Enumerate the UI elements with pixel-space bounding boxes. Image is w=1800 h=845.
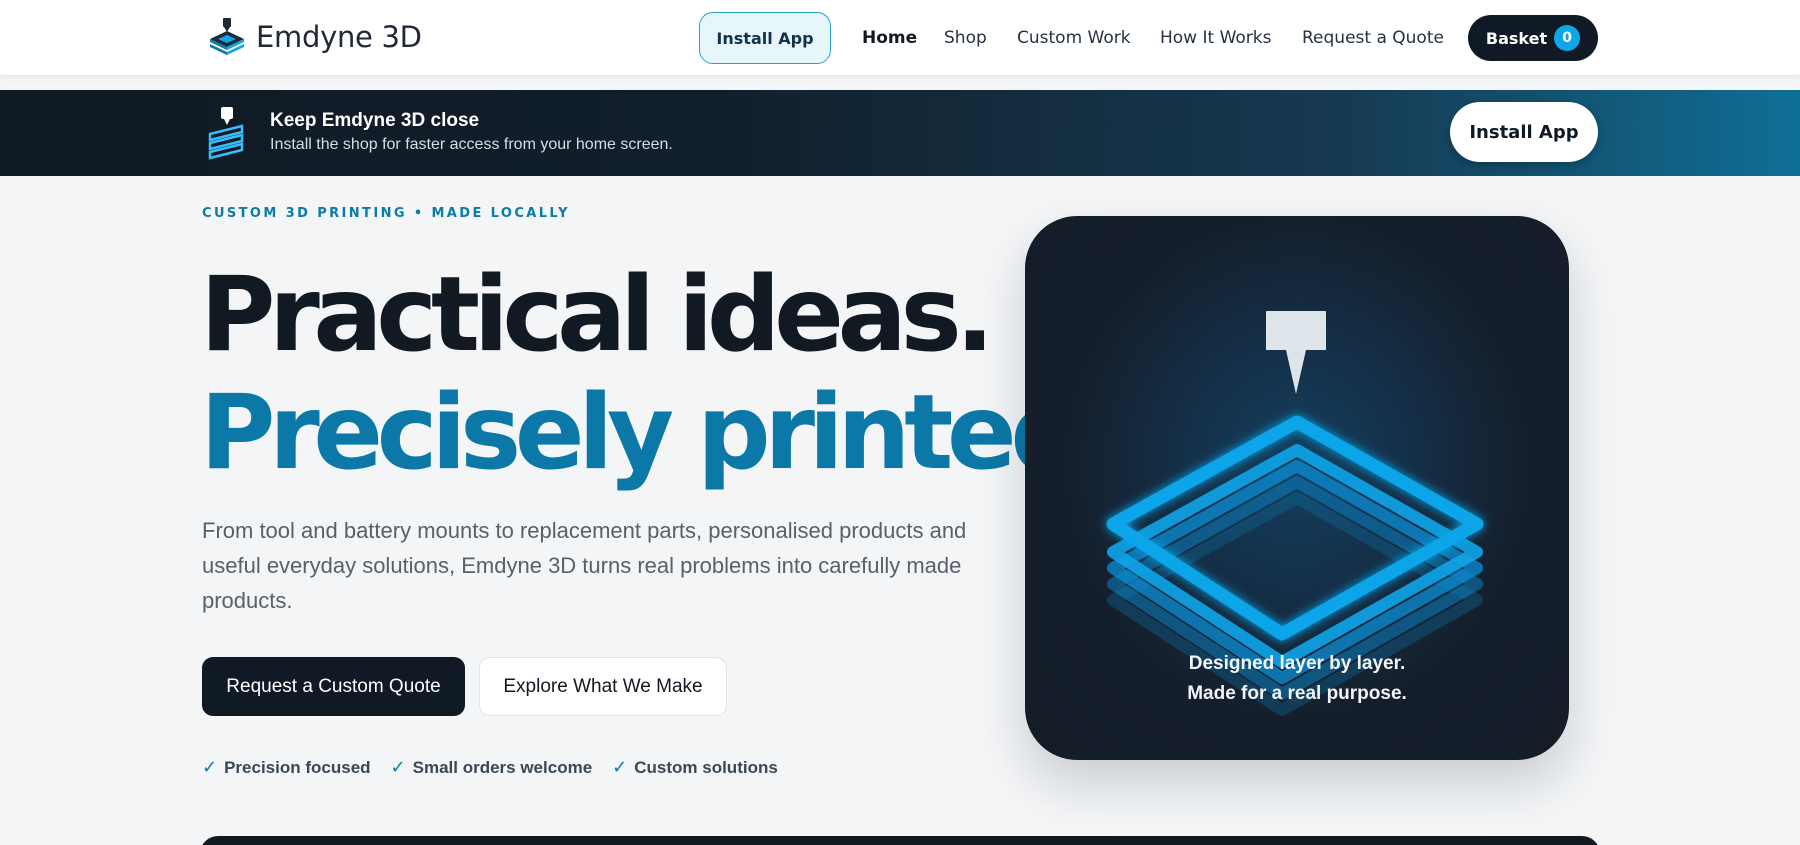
feature-list: ✓ Precision focused ✓ Small orders welco… (202, 757, 778, 778)
nav-how-it-works[interactable]: How It Works (1160, 28, 1271, 48)
hero-headline: Practical ideas. Precisely printed. (200, 255, 1117, 493)
headline-line-2: Precisely printed. (200, 373, 1117, 493)
hero-eyebrow: CUSTOM 3D PRINTING • MADE LOCALLY (202, 206, 570, 221)
nav-shop[interactable]: Shop (944, 28, 987, 48)
request-quote-button[interactable]: Request a Custom Quote (202, 657, 465, 716)
nav-home[interactable]: Home (862, 28, 917, 48)
feature-item: ✓ Precision focused (202, 757, 371, 778)
next-section-edge (200, 836, 1600, 845)
nav-request-a-quote[interactable]: Request a Quote (1302, 28, 1444, 48)
banner-install-app-button[interactable]: Install App (1450, 102, 1598, 162)
basket-count-badge: 0 (1554, 25, 1581, 51)
install-app-button[interactable]: Install App (699, 12, 831, 64)
visual-caption: Designed layer by layer. Made for a real… (1025, 649, 1569, 709)
hero-lead: From tool and battery mounts to replacem… (202, 518, 967, 613)
nav-custom-work[interactable]: Custom Work (1017, 28, 1131, 48)
feature-label: Custom solutions (634, 757, 778, 777)
hero-visual-card: Designed layer by layer. Made for a real… (1025, 216, 1569, 760)
basket-button[interactable]: Basket 0 (1468, 15, 1598, 61)
feature-label: Precision focused (224, 757, 371, 777)
caption-line-1: Designed layer by layer. (1188, 653, 1406, 674)
banner-title: Keep Emdyne 3D close (270, 110, 480, 131)
brand[interactable]: Emdyne 3D (207, 17, 422, 57)
feature-label: Small orders welcome (412, 757, 593, 777)
feature-item: ✓ Custom solutions (612, 757, 778, 778)
install-banner: Keep Emdyne 3D close Install the shop fo… (0, 90, 1800, 176)
printer-layers-icon (208, 107, 244, 160)
nozzle-icon (1266, 311, 1326, 394)
feature-item: ✓ Small orders welcome (391, 757, 593, 778)
printer-logo-icon (210, 18, 244, 55)
caption-line-2: Made for a real purpose. (1187, 683, 1407, 704)
check-icon: ✓ (390, 757, 406, 778)
basket-label: Basket (1485, 28, 1548, 48)
check-icon: ✓ (202, 757, 218, 778)
banner-subtitle: Install the shop for faster access from … (270, 136, 673, 153)
check-icon: ✓ (612, 757, 628, 778)
headline-line-1: Practical ideas. (200, 255, 994, 375)
site-header: Emdyne 3D Install App Home Shop Custom W… (0, 0, 1800, 76)
brand-name: Emdyne 3D (256, 20, 422, 54)
explore-button[interactable]: Explore What We Make (479, 657, 727, 716)
